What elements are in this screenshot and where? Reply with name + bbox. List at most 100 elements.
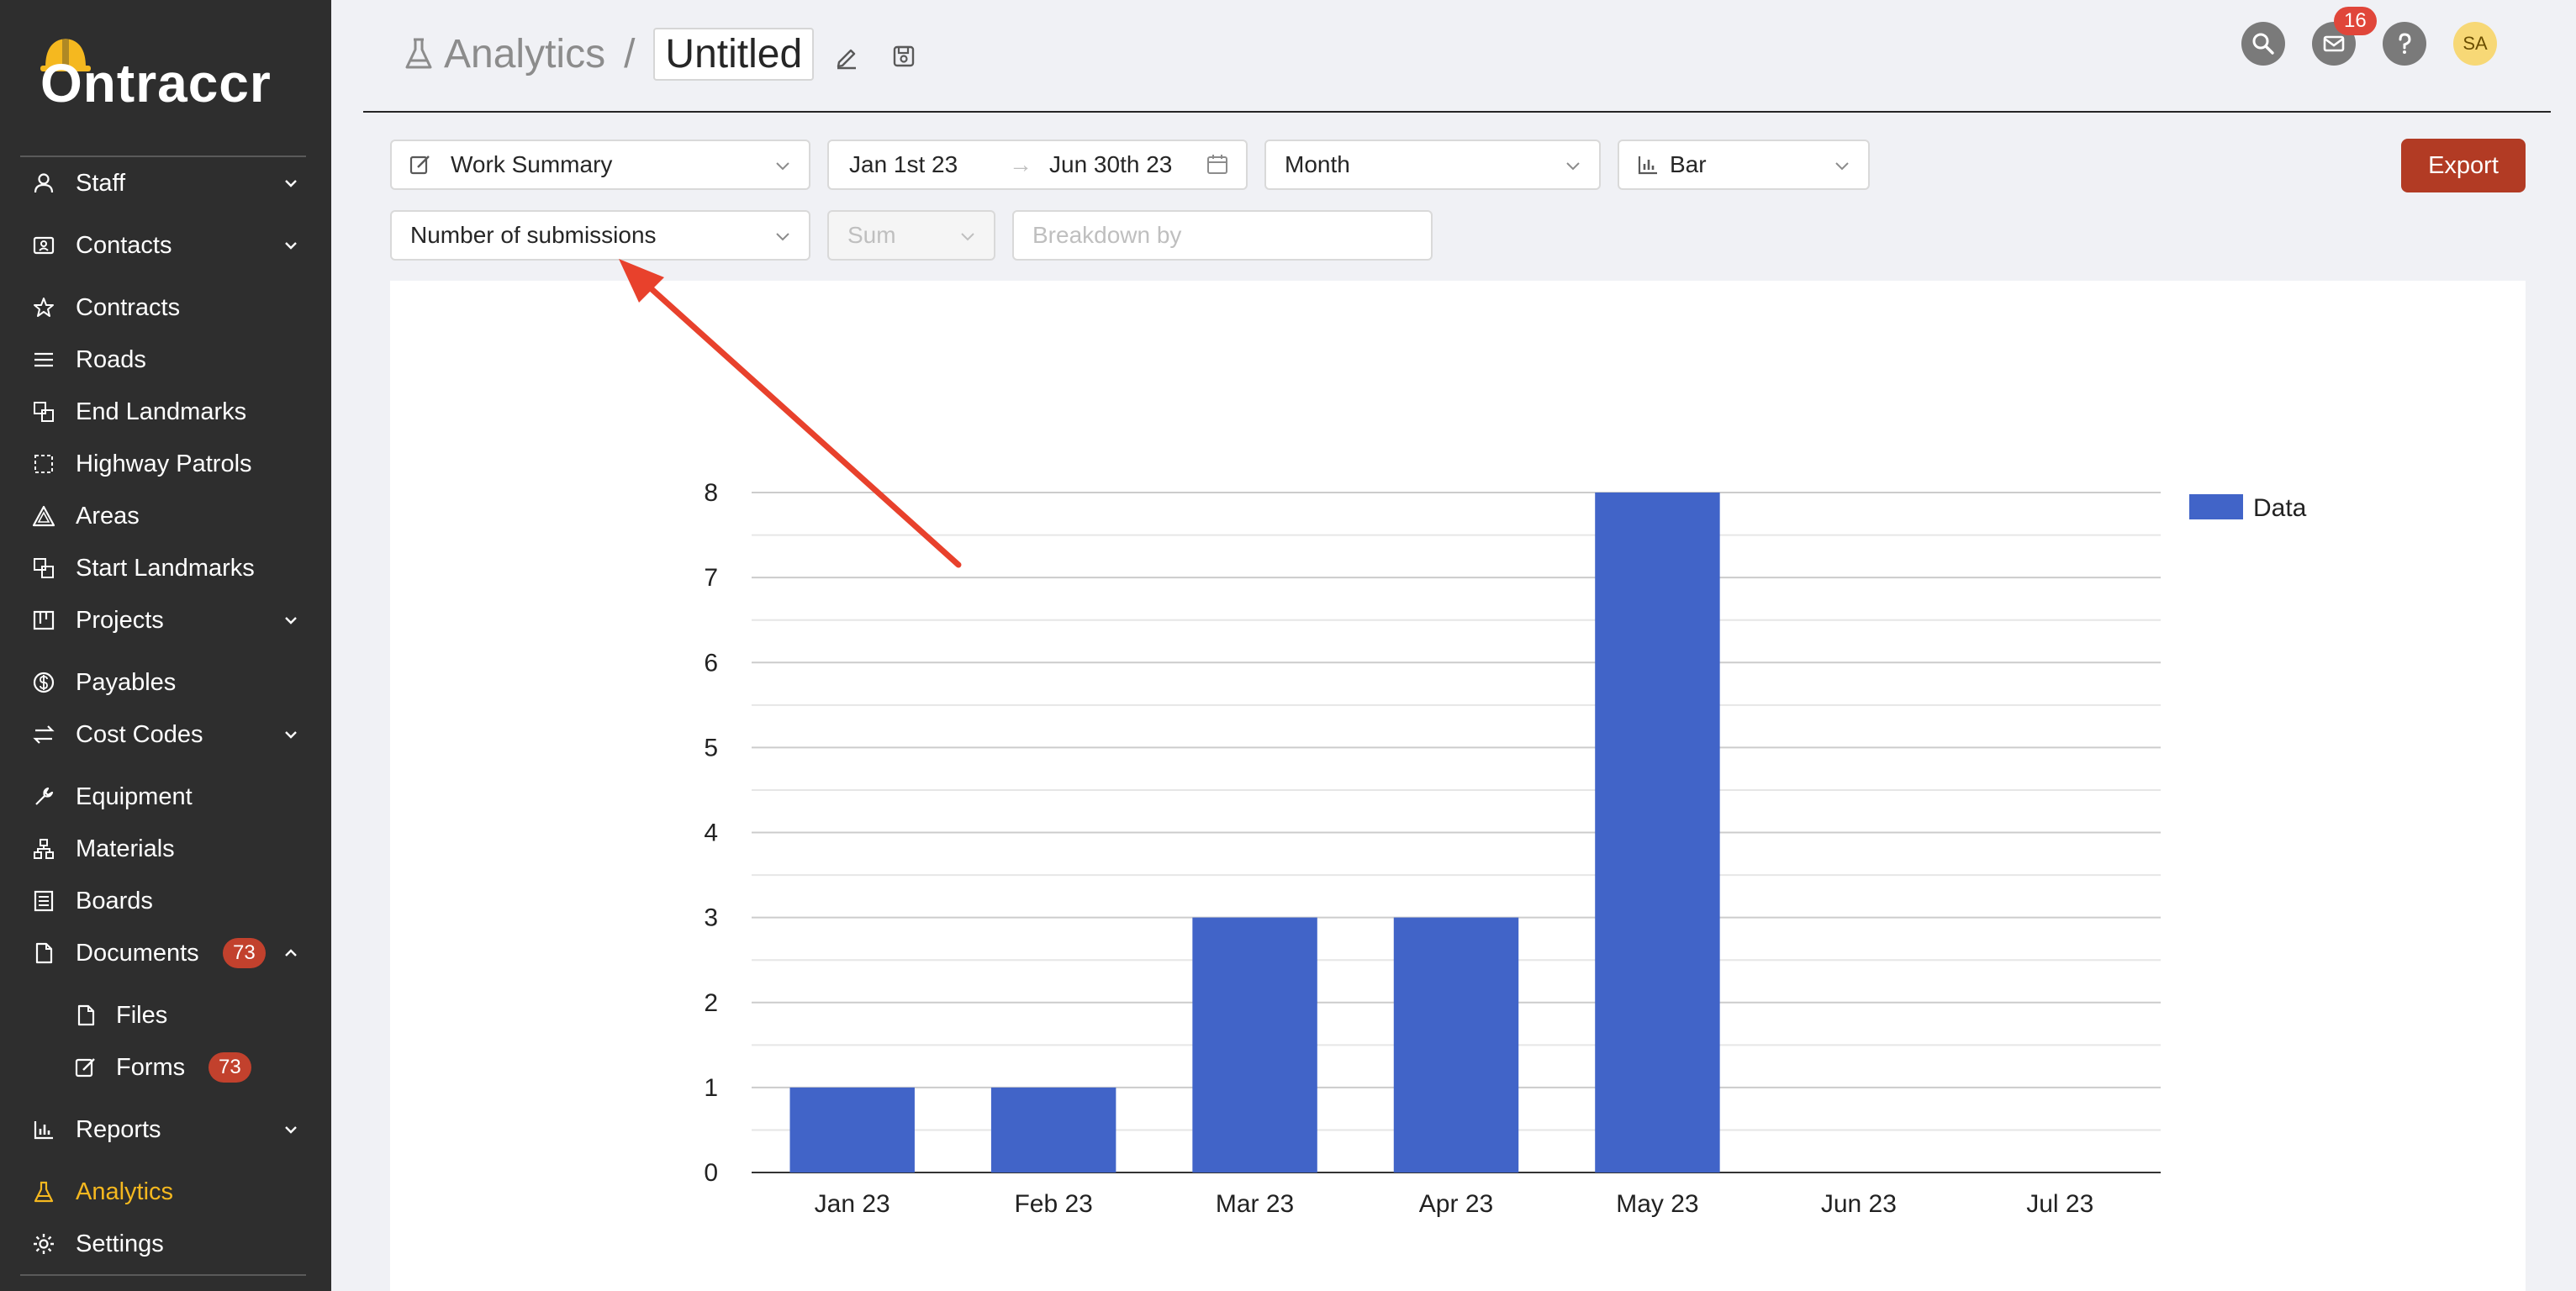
chevron-down-icon[interactable]	[281, 235, 301, 256]
field-value: Number of submissions	[410, 222, 657, 248]
sidebar-item-label: Staff	[76, 169, 126, 197]
search-icon	[2252, 33, 2274, 55]
sidebar-item-cost-codes[interactable]: Cost Codes	[0, 711, 331, 758]
count-badge: 73	[209, 1052, 251, 1083]
dollar-icon	[33, 672, 55, 693]
y-tick-label: 8	[704, 479, 718, 507]
projects-icon	[33, 610, 55, 630]
date-start[interactable]: Jan 1st 23	[849, 151, 958, 178]
flask-icon	[405, 38, 432, 69]
y-tick-label: 6	[704, 649, 718, 677]
chevron-down-icon	[776, 162, 789, 171]
search-button[interactable]	[2241, 22, 2285, 66]
bar-chart: 0 1 2 3 4 5 6 7 8 Jan 23 Feb 23 Mar 23 Apr 23 May 23 J…	[704, 479, 2306, 1218]
sidebar: Ontraccr Staff Contacts Contracts Roads End …	[0, 0, 331, 1291]
sidebar-item-label: Areas	[76, 502, 140, 530]
chevron-down-icon[interactable]	[281, 1120, 301, 1140]
edit-form-icon	[409, 155, 430, 175]
interval-value: Month	[1285, 151, 1350, 177]
user-avatar[interactable]: SA	[2453, 22, 2497, 66]
chevron-down-icon	[1566, 162, 1580, 171]
x-tick-label: Jun 23	[1821, 1190, 1897, 1218]
x-tick-label: Jul 23	[2026, 1190, 2093, 1218]
chevron-down-icon[interactable]	[281, 173, 301, 193]
x-tick-label: Jan 23	[815, 1190, 890, 1218]
help-button[interactable]	[2383, 22, 2426, 66]
x-tick-label: Feb 23	[1014, 1190, 1092, 1218]
sidebar-item-files[interactable]: Files	[0, 992, 331, 1039]
sidebar-item-label: Contacts	[76, 231, 172, 259]
sidebar-item-payables[interactable]: Payables	[0, 659, 331, 706]
chevron-down-icon	[776, 233, 789, 241]
interval-select[interactable]: Month	[1264, 140, 1601, 190]
roads-icon	[34, 352, 53, 367]
sidebar-item-label: Boards	[76, 887, 153, 914]
sidebar-item-materials[interactable]: Materials	[0, 825, 331, 872]
aggregate-select[interactable]: Sum	[827, 210, 995, 261]
chart-type-select[interactable]: Bar	[1618, 140, 1870, 190]
sidebar-item-highway-patrols[interactable]: Highway Patrols	[0, 440, 331, 487]
sidebar-divider	[20, 1274, 306, 1276]
chart-type-value: Bar	[1670, 151, 1707, 177]
report-type-select[interactable]: Work Summary	[390, 140, 810, 190]
report-title-input[interactable]: Untitled	[653, 27, 815, 81]
sidebar-item-end-landmarks[interactable]: End Landmarks	[0, 388, 331, 435]
sidebar-item-areas[interactable]: Areas	[0, 493, 331, 540]
areas-icon	[32, 505, 55, 527]
sidebar-item-projects[interactable]: Projects	[0, 597, 331, 644]
bar-feb-23	[990, 1087, 1116, 1172]
sidebar-item-label: Roads	[76, 345, 146, 373]
chevron-down-icon[interactable]	[281, 610, 301, 630]
x-tick-label: Mar 23	[1216, 1190, 1294, 1218]
y-tick-label: 2	[704, 989, 718, 1017]
bar-apr-23	[1393, 917, 1519, 1172]
aggregate-value: Sum	[847, 222, 896, 248]
edit-title-button[interactable]	[832, 42, 861, 71]
sidebar-item-contracts[interactable]: Contracts	[0, 284, 331, 331]
chevron-up-icon[interactable]	[281, 943, 301, 963]
sidebar-item-documents[interactable]: Documents 73	[0, 930, 331, 977]
wrench-icon	[35, 787, 54, 805]
date-end[interactable]: Jun 30th 23	[1049, 151, 1172, 178]
sidebar-item-reports[interactable]: Reports	[0, 1106, 331, 1153]
export-button[interactable]: Export	[2401, 139, 2526, 192]
breadcrumb-analytics[interactable]: Analytics	[444, 31, 605, 77]
breakdown-placeholder: Breakdown by	[1032, 222, 1182, 248]
chevron-down-icon[interactable]	[281, 725, 301, 745]
sidebar-item-start-landmarks[interactable]: Start Landmarks	[0, 545, 331, 592]
sidebar-item-label: Analytics	[76, 1178, 174, 1205]
sidebar-item-equipment[interactable]: Equipment	[0, 773, 331, 820]
sidebar-item-contacts[interactable]: Contacts	[0, 222, 331, 269]
sidebar-item-label: Equipment	[76, 783, 193, 810]
logo-text: Ontraccr	[40, 53, 272, 113]
sidebar-item-analytics[interactable]: Analytics	[0, 1168, 331, 1215]
sidebar-item-label: Settings	[76, 1230, 164, 1257]
breakdown-select[interactable]: Breakdown by	[1012, 210, 1433, 261]
sidebar-item-settings[interactable]: Settings	[0, 1220, 331, 1267]
header-divider	[363, 111, 2551, 113]
mail-icon	[2323, 35, 2345, 52]
bar-mar-23	[1192, 917, 1317, 1172]
x-tick-label: May 23	[1616, 1190, 1698, 1218]
patrol-icon	[34, 455, 53, 473]
y-tick-label: 3	[704, 904, 718, 932]
bar-may-23	[1595, 493, 1720, 1172]
sidebar-item-label: Contracts	[76, 293, 181, 321]
y-tick-label: 0	[704, 1159, 718, 1187]
y-tick-label: 1	[704, 1074, 718, 1102]
sidebar-item-forms[interactable]: Forms 73	[0, 1044, 331, 1091]
sidebar-item-boards[interactable]: Boards	[0, 877, 331, 925]
breadcrumb: Analytics / Untitled	[404, 24, 815, 84]
sidebar-item-roads[interactable]: Roads	[0, 336, 331, 383]
y-tick-label: 4	[704, 819, 718, 847]
gear-icon	[34, 1234, 54, 1254]
breadcrumb-separator: /	[624, 31, 636, 76]
date-range-picker[interactable]: Jan 1st 23 → Jun 30th 23	[827, 140, 1248, 190]
pencil-icon	[837, 49, 856, 70]
save-report-button[interactable]	[889, 42, 918, 71]
chevron-down-icon	[1835, 162, 1849, 171]
bar-jan-23	[789, 1087, 915, 1172]
sidebar-item-staff[interactable]: Staff	[0, 160, 331, 207]
date-range-arrow: →	[1009, 151, 1032, 177]
field-select[interactable]: Number of submissions	[390, 210, 810, 261]
